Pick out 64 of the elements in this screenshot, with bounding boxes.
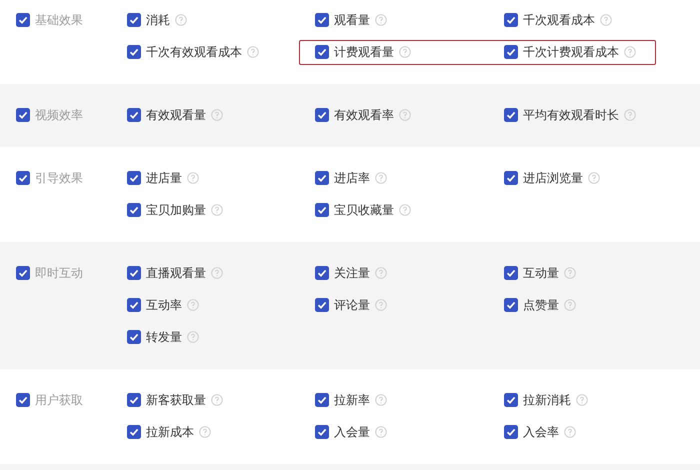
checkbox[interactable] bbox=[16, 13, 30, 27]
metric-label: 千次有效观看成本 bbox=[146, 44, 242, 60]
checkbox[interactable] bbox=[127, 171, 141, 185]
metric-label: 有效观看量 bbox=[146, 106, 206, 124]
metric-label: 进店量 bbox=[146, 170, 182, 186]
checkbox[interactable] bbox=[315, 203, 329, 217]
checkbox[interactable] bbox=[127, 393, 141, 407]
metric-label: 进店率 bbox=[334, 170, 370, 186]
checkbox[interactable] bbox=[127, 45, 141, 59]
checkbox[interactable] bbox=[504, 108, 518, 122]
checkbox[interactable] bbox=[16, 393, 30, 407]
checkbox[interactable] bbox=[315, 393, 329, 407]
checkbox[interactable] bbox=[16, 171, 30, 185]
metric-label: 进店浏览量 bbox=[523, 170, 583, 186]
checkbox[interactable] bbox=[127, 298, 141, 312]
checkbox[interactable] bbox=[315, 13, 329, 27]
checkbox[interactable] bbox=[315, 108, 329, 122]
checkbox[interactable] bbox=[127, 330, 141, 344]
metric-label: 互动率 bbox=[146, 296, 182, 314]
metric-label: 宝贝加购量 bbox=[146, 202, 206, 218]
metric-label: 观看量 bbox=[334, 12, 370, 28]
category-label: 用户获取 bbox=[35, 392, 83, 408]
checkbox[interactable] bbox=[127, 108, 141, 122]
checkbox[interactable] bbox=[127, 203, 141, 217]
checkbox[interactable] bbox=[504, 171, 518, 185]
metric-label: 评论量 bbox=[334, 296, 370, 314]
metric-label: 计费观看量 bbox=[334, 44, 394, 60]
metric-label: 千次计费观看成本 bbox=[523, 44, 619, 60]
category-label: 引导效果 bbox=[35, 170, 83, 186]
metric-label: 拉新成本 bbox=[146, 424, 194, 440]
checkbox[interactable] bbox=[504, 425, 518, 439]
metric-label: 消耗 bbox=[146, 12, 170, 28]
metric-label: 千次观看成本 bbox=[523, 12, 595, 28]
metric-label: 平均有效观看时长 bbox=[523, 106, 619, 124]
metric-label: 入会率 bbox=[523, 424, 559, 440]
metric-label: 新客获取量 bbox=[146, 392, 206, 408]
checkbox[interactable] bbox=[315, 266, 329, 280]
metric-label: 拉新消耗 bbox=[523, 392, 571, 408]
checkbox[interactable] bbox=[16, 108, 30, 122]
checkbox[interactable] bbox=[315, 298, 329, 312]
checkbox[interactable] bbox=[127, 425, 141, 439]
category-label: 基础效果 bbox=[35, 12, 83, 28]
metric-label: 互动量 bbox=[523, 264, 559, 282]
checkbox[interactable] bbox=[127, 266, 141, 280]
checkbox[interactable] bbox=[504, 45, 518, 59]
checkbox[interactable] bbox=[315, 425, 329, 439]
metric-label: 拉新率 bbox=[334, 392, 370, 408]
metric-label: 宝贝收藏量 bbox=[334, 202, 394, 218]
checkbox[interactable] bbox=[504, 13, 518, 27]
metric-label: 点赞量 bbox=[523, 296, 559, 314]
checkbox[interactable] bbox=[315, 171, 329, 185]
checkbox[interactable] bbox=[16, 266, 30, 280]
metric-label: 转发量 bbox=[146, 328, 182, 346]
metric-label: 入会量 bbox=[334, 424, 370, 440]
checkbox[interactable] bbox=[504, 298, 518, 312]
metric-label: 直播观看量 bbox=[146, 264, 206, 282]
metric-label: 有效观看率 bbox=[334, 106, 394, 124]
category-label: 即时互动 bbox=[35, 264, 83, 282]
checkbox[interactable] bbox=[315, 45, 329, 59]
checkbox[interactable] bbox=[504, 266, 518, 280]
checkbox[interactable] bbox=[504, 393, 518, 407]
checkbox[interactable] bbox=[127, 13, 141, 27]
metric-label: 关注量 bbox=[334, 264, 370, 282]
category-label: 视频效率 bbox=[35, 106, 83, 124]
